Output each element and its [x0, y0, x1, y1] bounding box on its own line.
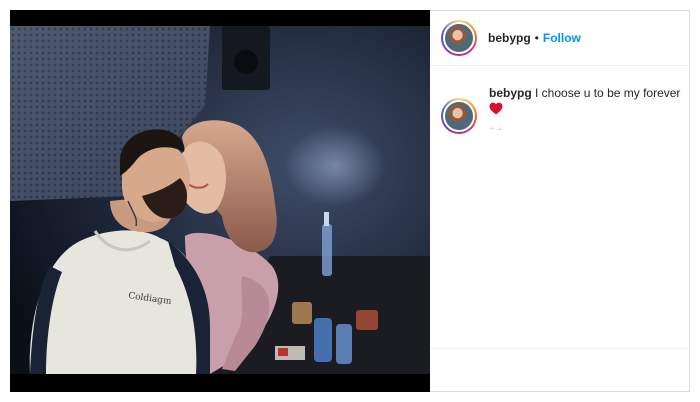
avatar[interactable]	[441, 19, 477, 56]
heart-emoji-icon	[489, 102, 503, 115]
caption-timestamp: 2 d	[489, 124, 684, 130]
post-header: bebypg • Follow	[430, 10, 690, 66]
section-divider	[430, 348, 690, 349]
letterbox-top	[10, 10, 430, 26]
caption-avatar[interactable]	[441, 98, 477, 134]
caption-body: bebypg I choose u to be my forever 2 d	[489, 86, 684, 134]
post-photo[interactable]: Coldiagm	[10, 10, 430, 392]
caption-text: I choose u to be my forever	[535, 86, 681, 100]
follow-button[interactable]: Follow	[543, 31, 581, 45]
caption-avatar-image	[443, 100, 475, 132]
photo-couple-kissing: Coldiagm	[10, 26, 430, 374]
caption-username[interactable]: bebypg	[489, 86, 532, 100]
letterbox-bottom	[10, 374, 430, 392]
caption-comment: bebypg I choose u to be my forever 2 d	[441, 86, 686, 134]
header-username[interactable]: bebypg	[488, 31, 531, 45]
separator-dot: •	[534, 30, 539, 45]
post-sidebar: bebypg • Follow bebypg I choose u to be …	[430, 10, 690, 392]
avatar-image	[443, 21, 475, 54]
